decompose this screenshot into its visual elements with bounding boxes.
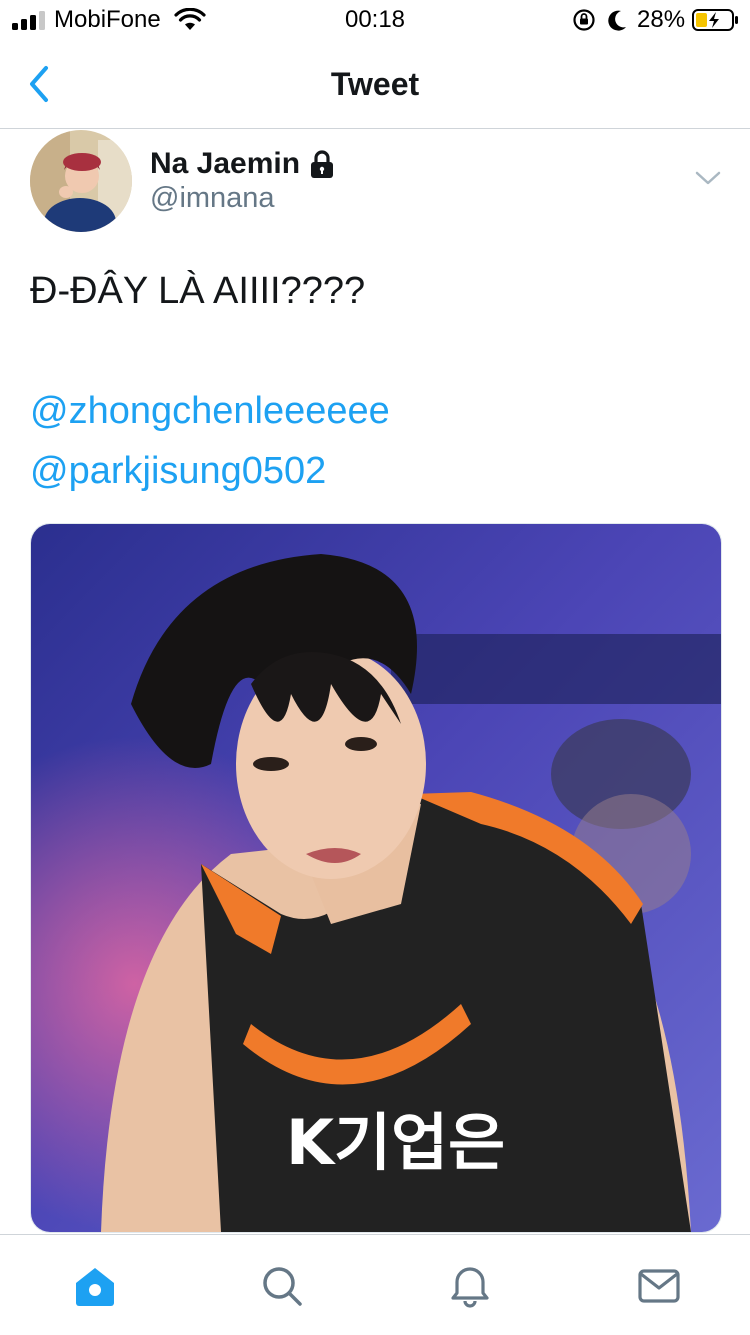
user-handle[interactable]: @imnana (150, 182, 275, 215)
mention-link[interactable]: @zhongchenleeeeee (30, 388, 390, 434)
avatar-image (30, 130, 132, 232)
tweet-text: Đ-ĐÂY LÀ AIIII???? (30, 270, 366, 312)
nav-bar: Tweet (0, 40, 750, 129)
search-icon[interactable] (259, 1263, 305, 1309)
tab-bar (0, 1234, 750, 1335)
home-icon[interactable] (72, 1263, 118, 1309)
orientation-lock-icon (573, 9, 595, 31)
mention-link[interactable]: @parkjisung0502 (30, 448, 326, 494)
chevron-down-icon[interactable] (694, 168, 722, 188)
page-title: Tweet (330, 66, 420, 102)
tweet-media-photo[interactable]: K기업은 (30, 523, 722, 1233)
lock-icon (311, 150, 334, 178)
moon-icon (608, 10, 626, 31)
display-name[interactable]: Na Jaemin (150, 147, 300, 181)
battery-percent: 28% (637, 6, 686, 33)
battery-charging-icon (692, 9, 738, 31)
author-row[interactable]: Na Jaemin (150, 144, 336, 184)
mail-icon[interactable] (636, 1263, 682, 1309)
status-bar: MobiFone 00:18 28% (0, 0, 750, 40)
bell-icon[interactable] (447, 1263, 493, 1309)
avatar[interactable] (30, 130, 132, 232)
svg-text:K기업은: K기업은 (286, 1106, 505, 1179)
photo-image: K기업은 (31, 524, 721, 1232)
